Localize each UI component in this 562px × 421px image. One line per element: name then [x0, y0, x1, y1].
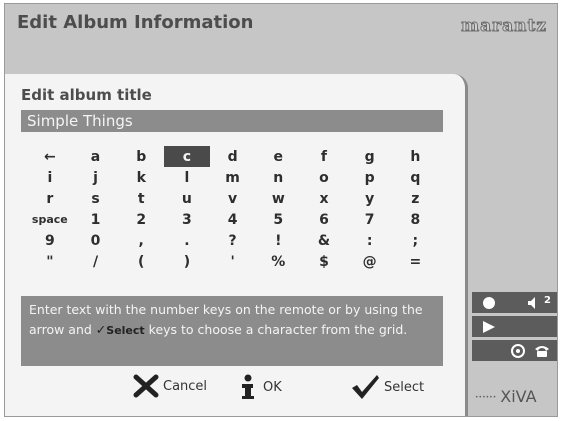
- repeat-icon: [511, 344, 525, 358]
- info-icon: [242, 374, 254, 399]
- character-key[interactable]: r: [27, 188, 73, 209]
- help-text-end: keys to choose a character from the grid…: [144, 322, 408, 337]
- cancel-label: Cancel: [163, 378, 208, 394]
- character-key[interactable]: u: [164, 188, 210, 209]
- character-key[interactable]: v: [210, 188, 256, 209]
- brand-logo: marantz: [461, 16, 547, 37]
- record-volume-bar: 2: [472, 292, 557, 313]
- character-grid: ← a b c d e f g h i j k l m n o p q r s t u v w x y z space 1 2 3 4 5 6 7 8…: [27, 146, 439, 272]
- character-key[interactable]: @: [347, 251, 393, 272]
- character-key[interactable]: 5: [255, 209, 301, 230]
- play-icon: [483, 321, 495, 333]
- character-key[interactable]: =: [393, 251, 439, 272]
- character-key[interactable]: j: [73, 167, 119, 188]
- character-key[interactable]: .: [164, 230, 210, 251]
- character-key[interactable]: space: [27, 209, 73, 230]
- character-key[interactable]: /: [73, 251, 119, 272]
- ok-label: OK: [263, 379, 282, 395]
- character-key[interactable]: 3: [164, 209, 210, 230]
- character-key[interactable]: 0: [73, 230, 119, 251]
- character-key[interactable]: 9: [27, 230, 73, 251]
- character-key[interactable]: 6: [301, 209, 347, 230]
- repeat-phone-bar: [472, 340, 557, 361]
- character-key[interactable]: ": [27, 251, 73, 272]
- character-key[interactable]: x: [301, 188, 347, 209]
- select-button[interactable]: Select: [350, 374, 424, 400]
- x-icon: [133, 374, 159, 398]
- speaker-icon: [528, 297, 535, 309]
- character-key[interactable]: 7: [347, 209, 393, 230]
- field-label: Edit album title: [21, 86, 152, 104]
- character-key[interactable]: e: [255, 146, 301, 167]
- character-key[interactable]: ': [210, 251, 256, 272]
- character-key[interactable]: k: [118, 167, 164, 188]
- character-key[interactable]: z: [393, 188, 439, 209]
- character-key[interactable]: !: [255, 230, 301, 251]
- character-key[interactable]: 8: [393, 209, 439, 230]
- check-icon: ✓: [95, 322, 107, 337]
- character-key[interactable]: b: [118, 146, 164, 167]
- page-title: Edit Album Information: [17, 12, 254, 33]
- character-key[interactable]: $: [301, 251, 347, 272]
- character-key[interactable]: a: [73, 146, 119, 167]
- character-key[interactable]: o: [301, 167, 347, 188]
- character-key[interactable]: i: [27, 167, 73, 188]
- play-bar: [472, 316, 557, 337]
- character-key[interactable]: 1: [73, 209, 119, 230]
- character-key[interactable]: g: [347, 146, 393, 167]
- character-key[interactable]: m: [210, 167, 256, 188]
- help-select-word: Select: [106, 324, 145, 337]
- logo-tagline-dots: ••••••: [475, 394, 497, 401]
- help-text: Enter text with the number keys on the r…: [21, 296, 443, 366]
- character-key[interactable]: :: [347, 230, 393, 251]
- character-key[interactable]: q: [393, 167, 439, 188]
- character-key[interactable]: %: [255, 251, 301, 272]
- character-key[interactable]: 4: [210, 209, 256, 230]
- character-key[interactable]: h: [393, 146, 439, 167]
- character-key[interactable]: c: [164, 146, 210, 167]
- character-key[interactable]: d: [210, 146, 256, 167]
- character-key[interactable]: (: [118, 251, 164, 272]
- volume-level: 2: [544, 295, 551, 306]
- screen: Edit Album Information marantz Edit albu…: [4, 3, 558, 417]
- backspace-key[interactable]: ←: [27, 146, 73, 167]
- record-icon: [483, 297, 495, 309]
- album-title-input[interactable]: [21, 110, 443, 132]
- character-key[interactable]: y: [347, 188, 393, 209]
- cancel-button[interactable]: Cancel: [133, 374, 207, 398]
- character-key[interactable]: ): [164, 251, 210, 272]
- character-key[interactable]: ,: [118, 230, 164, 251]
- character-key[interactable]: p: [347, 167, 393, 188]
- character-key[interactable]: 2: [118, 209, 164, 230]
- character-key[interactable]: l: [164, 167, 210, 188]
- character-key[interactable]: ?: [210, 230, 256, 251]
- ok-button[interactable]: OK: [237, 374, 282, 400]
- character-key[interactable]: f: [301, 146, 347, 167]
- character-key[interactable]: w: [255, 188, 301, 209]
- xiva-logo-text: XiVA: [500, 387, 537, 406]
- character-key[interactable]: s: [73, 188, 119, 209]
- character-key[interactable]: ;: [393, 230, 439, 251]
- select-label: Select: [384, 379, 425, 395]
- character-key[interactable]: &: [301, 230, 347, 251]
- checkmark-icon: [352, 375, 379, 399]
- character-key[interactable]: t: [118, 188, 164, 209]
- character-key[interactable]: n: [255, 167, 301, 188]
- xiva-logo: •••••• XiVA: [475, 387, 537, 406]
- edit-panel: Edit album title ←abcdefgh ijklmnopq rstuv…: [5, 74, 468, 416]
- phone-icon: [535, 346, 549, 357]
